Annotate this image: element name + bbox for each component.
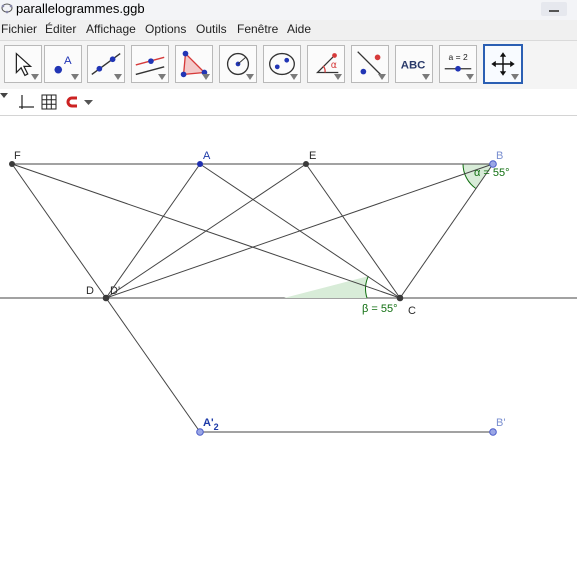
- magnet-icon[interactable]: [64, 93, 82, 111]
- label-b2: B': [496, 417, 505, 429]
- point-a2[interactable]: [196, 428, 204, 436]
- menu-affichage[interactable]: Affichage: [86, 22, 136, 36]
- graphics-view[interactable]: F A E B D D' C A'2 B' α = 55° β = 55°: [0, 116, 577, 580]
- label-c: C: [408, 305, 416, 317]
- segment-ed[interactable]: [105, 163, 307, 299]
- segment-ec[interactable]: [305, 163, 401, 299]
- segment-ad[interactable]: [105, 163, 201, 299]
- label-a2: A'2: [203, 417, 219, 432]
- text-tool-button[interactable]: ABC: [395, 45, 433, 83]
- angle-tool-button[interactable]: α: [307, 45, 345, 83]
- svg-text:ABC: ABC: [401, 60, 426, 72]
- reflect-tool-button[interactable]: [351, 45, 389, 83]
- move-view-tool-button[interactable]: [483, 44, 523, 84]
- segment-bc[interactable]: [399, 163, 494, 299]
- point-tool-button[interactable]: A: [44, 45, 82, 83]
- menu-fichier[interactable]: Fichier: [1, 22, 37, 36]
- point-b2[interactable]: [489, 428, 497, 436]
- menu-aide[interactable]: Aide: [287, 22, 311, 36]
- toolbar: A α ABC a = 2: [0, 41, 577, 89]
- polygon-tool-button[interactable]: [175, 45, 213, 83]
- point-d[interactable]: [102, 294, 110, 302]
- slider-tool-button[interactable]: a = 2: [439, 45, 477, 83]
- stylebar-collapse-icon[interactable]: [0, 93, 8, 101]
- segment-fd[interactable]: [11, 163, 107, 299]
- axes-icon[interactable]: [17, 93, 35, 111]
- label-angle-beta: β = 55°: [362, 303, 398, 315]
- chevron-down-icon[interactable]: [81, 93, 99, 111]
- segment-da2[interactable]: [105, 297, 201, 433]
- geogebra-app-icon: [1, 3, 13, 14]
- label-f: F: [14, 150, 21, 162]
- label-a: A: [203, 150, 211, 162]
- style-bar: [0, 89, 577, 116]
- grid-icon[interactable]: [40, 93, 58, 111]
- line-tool-button[interactable]: [87, 45, 125, 83]
- label-e: E: [309, 150, 316, 162]
- menu-options[interactable]: Options: [145, 22, 186, 36]
- conic-tool-button[interactable]: [263, 45, 301, 83]
- circle-tool-button[interactable]: [219, 45, 257, 83]
- segment-bd[interactable]: [105, 163, 494, 299]
- menu-editer[interactable]: Éditer: [45, 22, 76, 36]
- geometry-canvas[interactable]: F A E B D D' C A'2 B' α = 55° β = 55°: [0, 116, 577, 580]
- menu-fenetre[interactable]: Fenêtre: [237, 22, 278, 36]
- move-tool-button[interactable]: [4, 45, 42, 83]
- svg-text:a = 2: a = 2: [449, 52, 468, 62]
- svg-text:A: A: [64, 55, 72, 67]
- label-d: D: [86, 285, 94, 297]
- perpendicular-tool-button[interactable]: [131, 45, 169, 83]
- label-angle-alpha: α = 55°: [474, 167, 510, 179]
- title-bar: parallelogrammes.ggb: [0, 0, 577, 20]
- point-c[interactable]: [396, 294, 404, 302]
- label-b: B: [496, 150, 503, 162]
- angle-beta-fill: [284, 276, 369, 298]
- minimize-window-button[interactable]: [541, 2, 567, 16]
- svg-text:α: α: [331, 60, 337, 71]
- menu-bar: Fichier Éditer Affichage Options Outils …: [0, 20, 577, 41]
- label-d-prime: D': [110, 285, 120, 297]
- menu-outils[interactable]: Outils: [196, 22, 227, 36]
- window-title: parallelogrammes.ggb: [16, 1, 145, 16]
